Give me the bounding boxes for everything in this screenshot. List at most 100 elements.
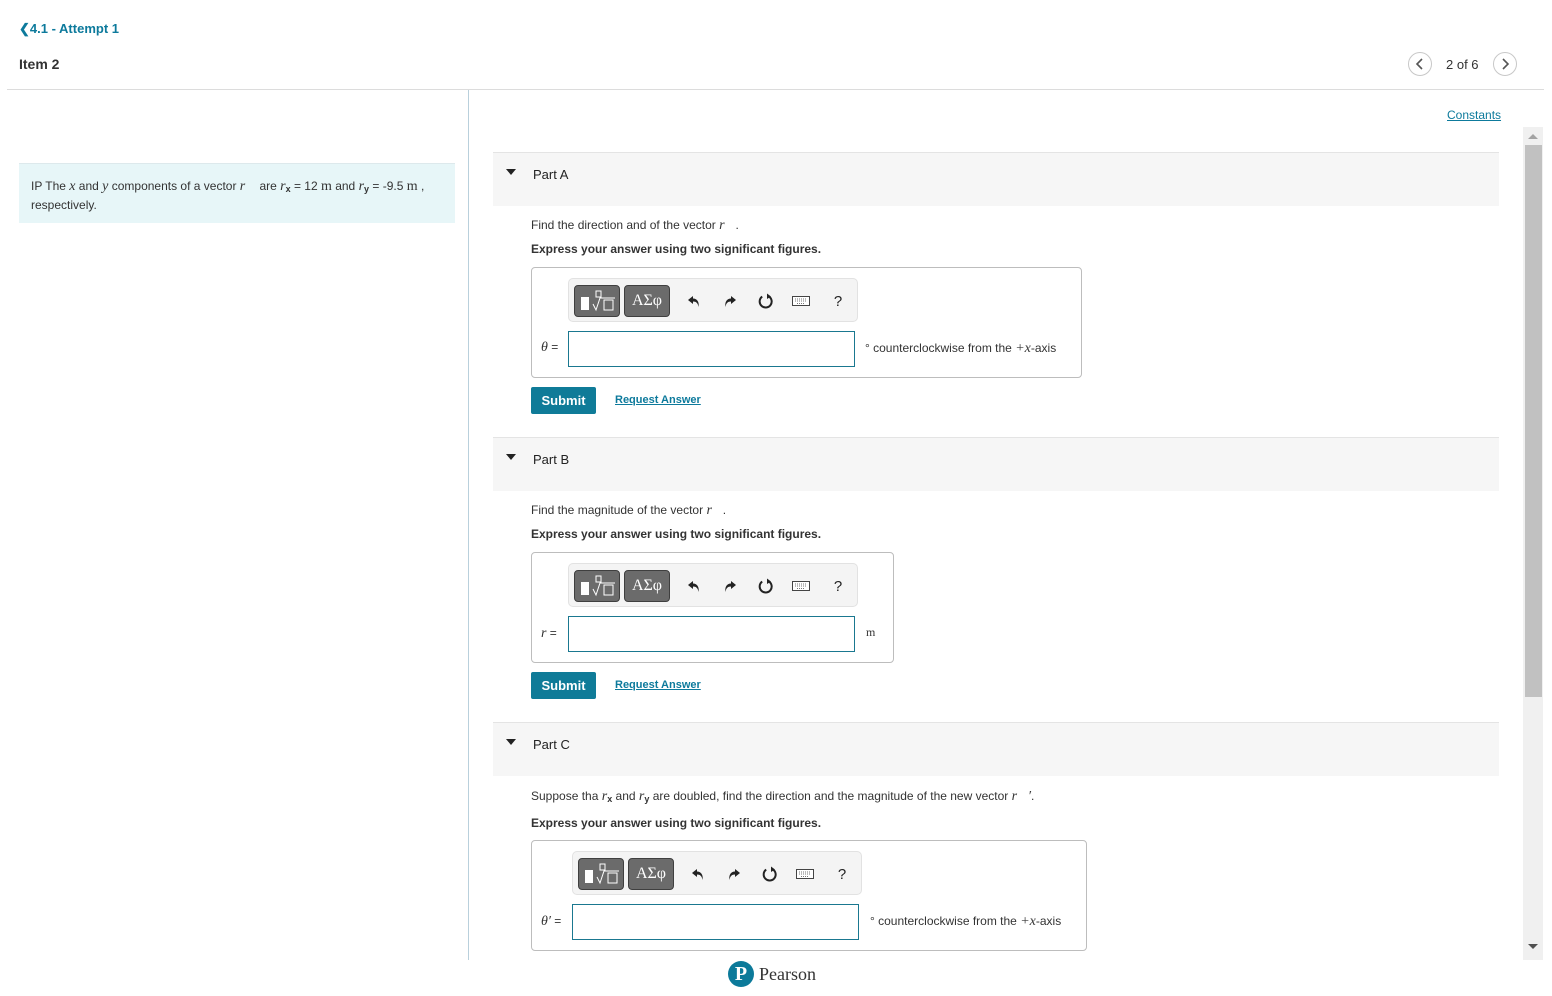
magnitude-answer-input[interactable] [568,616,855,652]
panel-divider [468,90,469,960]
unit-text: -axis [1030,341,1057,355]
math-plus-x: +x [1015,341,1031,356]
math-toolbar: ΑΣφ ? [568,278,858,322]
math-unit-m: m [320,179,332,194]
theta-prime-answer-input[interactable] [572,904,859,940]
greek-symbols-button[interactable]: ΑΣφ [624,570,670,602]
keyboard-icon [792,296,810,306]
part-a-question: Find the direction and of the vector r⃗. [531,218,739,234]
redo-icon [725,296,736,307]
greek-symbols-button[interactable]: ΑΣφ [628,858,674,890]
redo-button[interactable] [723,863,745,885]
part-b-header[interactable]: Part B [493,437,1499,491]
part-b-submit-button[interactable]: Submit [531,672,596,699]
templates-button[interactable] [574,285,620,317]
undo-button[interactable] [687,863,709,885]
keyboard-button[interactable] [794,863,816,885]
undo-button[interactable] [683,290,705,312]
theta-answer-input[interactable] [568,331,855,367]
greek-symbols-button[interactable]: ΑΣφ [624,285,670,317]
math-vector-r: r⃗ [239,179,257,194]
undo-icon [688,296,699,307]
intro-text: IP The [31,179,70,193]
constants-link[interactable]: Constants [1447,108,1501,122]
back-to-assignment-link[interactable]: ❮4.1 - Attempt 1 [19,21,119,37]
part-a-submit-button[interactable]: Submit [531,387,596,414]
redo-icon [725,581,736,592]
caret-down-icon [506,739,516,745]
theta-prime-unit-text: ° counterclockwise from the +x-axis [870,914,1061,930]
intro-text: , [417,179,425,193]
question-text: . [1031,789,1035,803]
undo-icon [688,581,699,592]
question-text: and [612,789,639,803]
intro-text: are [256,179,281,193]
question-text: Find the magnitude of the vector [531,503,707,517]
redo-button[interactable] [719,575,741,597]
unit-text: ° counterclockwise from the [870,914,1021,928]
next-item-button[interactable] [1492,52,1517,76]
caret-down-icon [506,454,516,460]
chevron-left-icon: ❮ [19,21,30,36]
help-button[interactable]: ? [827,290,849,312]
intro-text: respectively. [31,198,97,212]
math-plus-x: +x [1020,914,1036,929]
part-a-header[interactable]: Part A [493,152,1499,206]
back-link-label: 4.1 - Attempt 1 [29,21,119,36]
reset-icon [758,578,773,594]
part-a-answer-panel: ΑΣφ ? θ = ° counterclockwise from the +x… [531,267,1082,378]
math-unit-m: m [406,179,418,194]
unit-text: -axis [1035,914,1062,928]
magnitude-unit: m [866,625,876,639]
equals-sign: = [550,914,562,928]
math-theta: θ [541,340,548,355]
question-text: . [722,503,727,517]
ry-value: = -9.5 [369,179,407,193]
reset-button[interactable] [755,290,777,312]
templates-button[interactable] [574,570,620,602]
templates-icon [581,575,615,597]
templates-icon [581,290,615,312]
keyboard-icon [792,581,810,591]
part-a-request-answer-link[interactable]: Request Answer [615,394,701,406]
reset-button[interactable] [759,863,781,885]
pearson-logo-icon: P [728,961,754,987]
part-c-instruction: Express your answer using two significan… [531,816,822,830]
math-theta-prime: θ′ [541,914,551,929]
r-label: r = [541,626,557,642]
caret-down-icon [506,169,516,175]
part-b-instruction: Express your answer using two significan… [531,527,822,541]
reset-button[interactable] [755,575,777,597]
redo-button[interactable] [719,290,741,312]
previous-item-button[interactable] [1408,52,1432,76]
item-title: Item 2 [19,56,60,72]
intro-text: and [75,179,103,193]
math-vector-r: r⃗ [719,218,736,233]
rx-value: = 12 [290,179,321,193]
keyboard-button[interactable] [790,290,812,312]
templates-button[interactable] [578,858,624,890]
theta-label: θ = [541,340,558,356]
keyboard-icon [796,869,814,879]
equals-sign: = [546,626,557,640]
part-a-instruction: Express your answer using two significan… [531,242,822,256]
unit-text: ° counterclockwise from the [865,341,1016,355]
chevron-right-icon [1501,58,1509,70]
question-text: Find the direction and of the vector [531,218,720,232]
part-b-question: Find the magnitude of the vector r⃗. [531,503,726,519]
help-button[interactable]: ? [831,863,853,885]
part-c-question: Suppose tha rx and ry are doubled, find … [531,789,1034,805]
scroll-up-arrow-icon[interactable] [1528,134,1538,139]
scrollbar-thumb[interactable] [1525,145,1542,697]
math-toolbar: ΑΣφ ? [568,563,858,607]
math-vector-r: r⃗ [706,503,723,518]
scroll-down-arrow-icon[interactable] [1528,944,1538,949]
undo-button[interactable] [683,575,705,597]
part-b-answer-panel: ΑΣφ ? r = m [531,552,894,663]
item-pager: 2 of 6 [1408,52,1517,76]
part-b-request-answer-link[interactable]: Request Answer [615,679,701,691]
reset-icon [758,293,773,309]
keyboard-button[interactable] [790,575,812,597]
part-c-header[interactable]: Part C [493,722,1499,776]
help-button[interactable]: ? [827,575,849,597]
